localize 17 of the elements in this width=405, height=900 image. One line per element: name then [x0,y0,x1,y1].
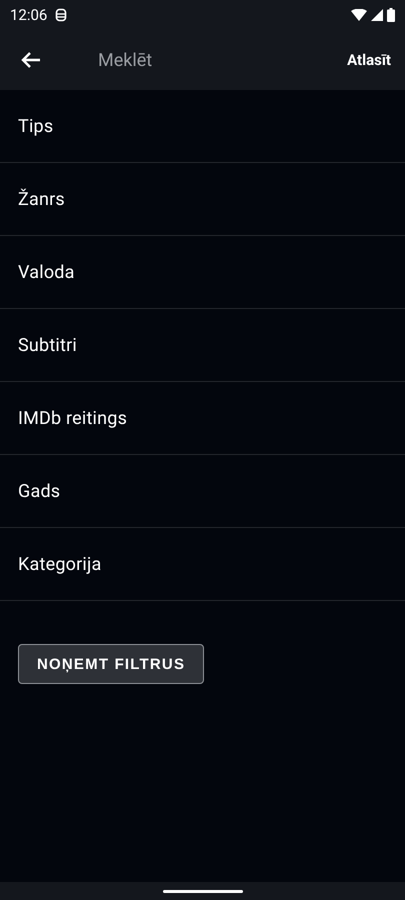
back-button[interactable] [20,51,42,69]
clear-filters-button[interactable]: NOŅEMT FILTRUS [18,644,204,684]
back-arrow-icon [20,51,42,69]
filter-item[interactable]: Tips [0,90,405,163]
filter-item[interactable]: Subtitri [0,309,405,382]
filter-item[interactable]: Žanrs [0,163,405,236]
status-time: 12:06 [10,6,48,24]
battery-icon [387,8,395,22]
screen-title: Meklēt [98,50,152,70]
home-handle[interactable] [162,890,242,892]
select-button[interactable]: Atlasīt [347,51,391,69]
filter-item[interactable]: Valoda [0,236,405,309]
filter-item[interactable]: Kategorija [0,528,405,601]
wifi-icon [351,9,367,21]
filter-item[interactable]: Gads [0,455,405,528]
signal-icon [371,9,383,21]
filter-item[interactable]: IMDb reitings [0,382,405,455]
